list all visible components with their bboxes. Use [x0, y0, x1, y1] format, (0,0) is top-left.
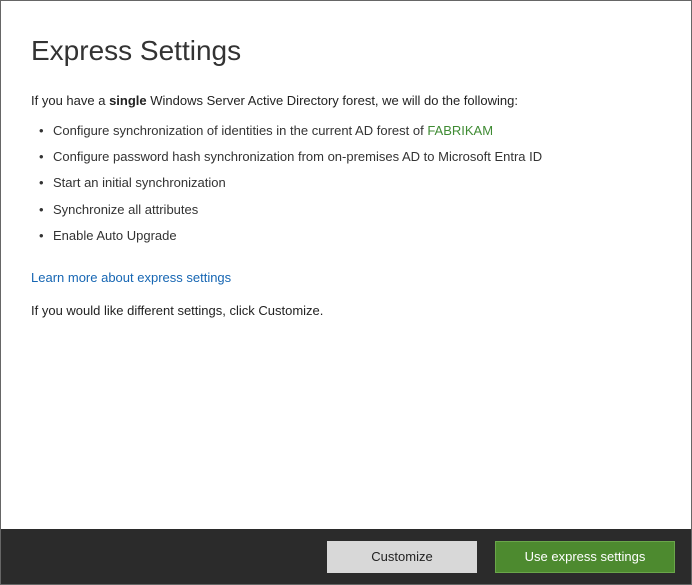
intro-text: If you have a single Windows Server Acti… [31, 93, 661, 108]
list-item: Configure password hash synchronization … [39, 144, 661, 170]
intro-suffix: Windows Server Active Directory forest, … [147, 93, 518, 108]
list-item: Configure synchronization of identities … [39, 118, 661, 144]
main-content: Express Settings If you have a single Wi… [1, 1, 691, 529]
customize-button[interactable]: Customize [327, 541, 477, 573]
learn-more-link[interactable]: Learn more about express settings [31, 270, 231, 285]
intro-bold: single [109, 93, 147, 108]
bullet-text: Configure synchronization of identities … [53, 123, 427, 138]
list-item: Enable Auto Upgrade [39, 223, 661, 249]
express-settings-window: Express Settings If you have a single Wi… [0, 0, 692, 585]
use-express-settings-button[interactable]: Use express settings [495, 541, 675, 573]
footer-bar: Customize Use express settings [1, 529, 691, 584]
customize-note: If you would like different settings, cl… [31, 303, 661, 318]
bullet-list: Configure synchronization of identities … [31, 118, 661, 249]
list-item: Synchronize all attributes [39, 197, 661, 223]
forest-name: FABRIKAM [427, 123, 493, 138]
intro-prefix: If you have a [31, 93, 109, 108]
list-item: Start an initial synchronization [39, 170, 661, 196]
page-title: Express Settings [31, 35, 661, 67]
